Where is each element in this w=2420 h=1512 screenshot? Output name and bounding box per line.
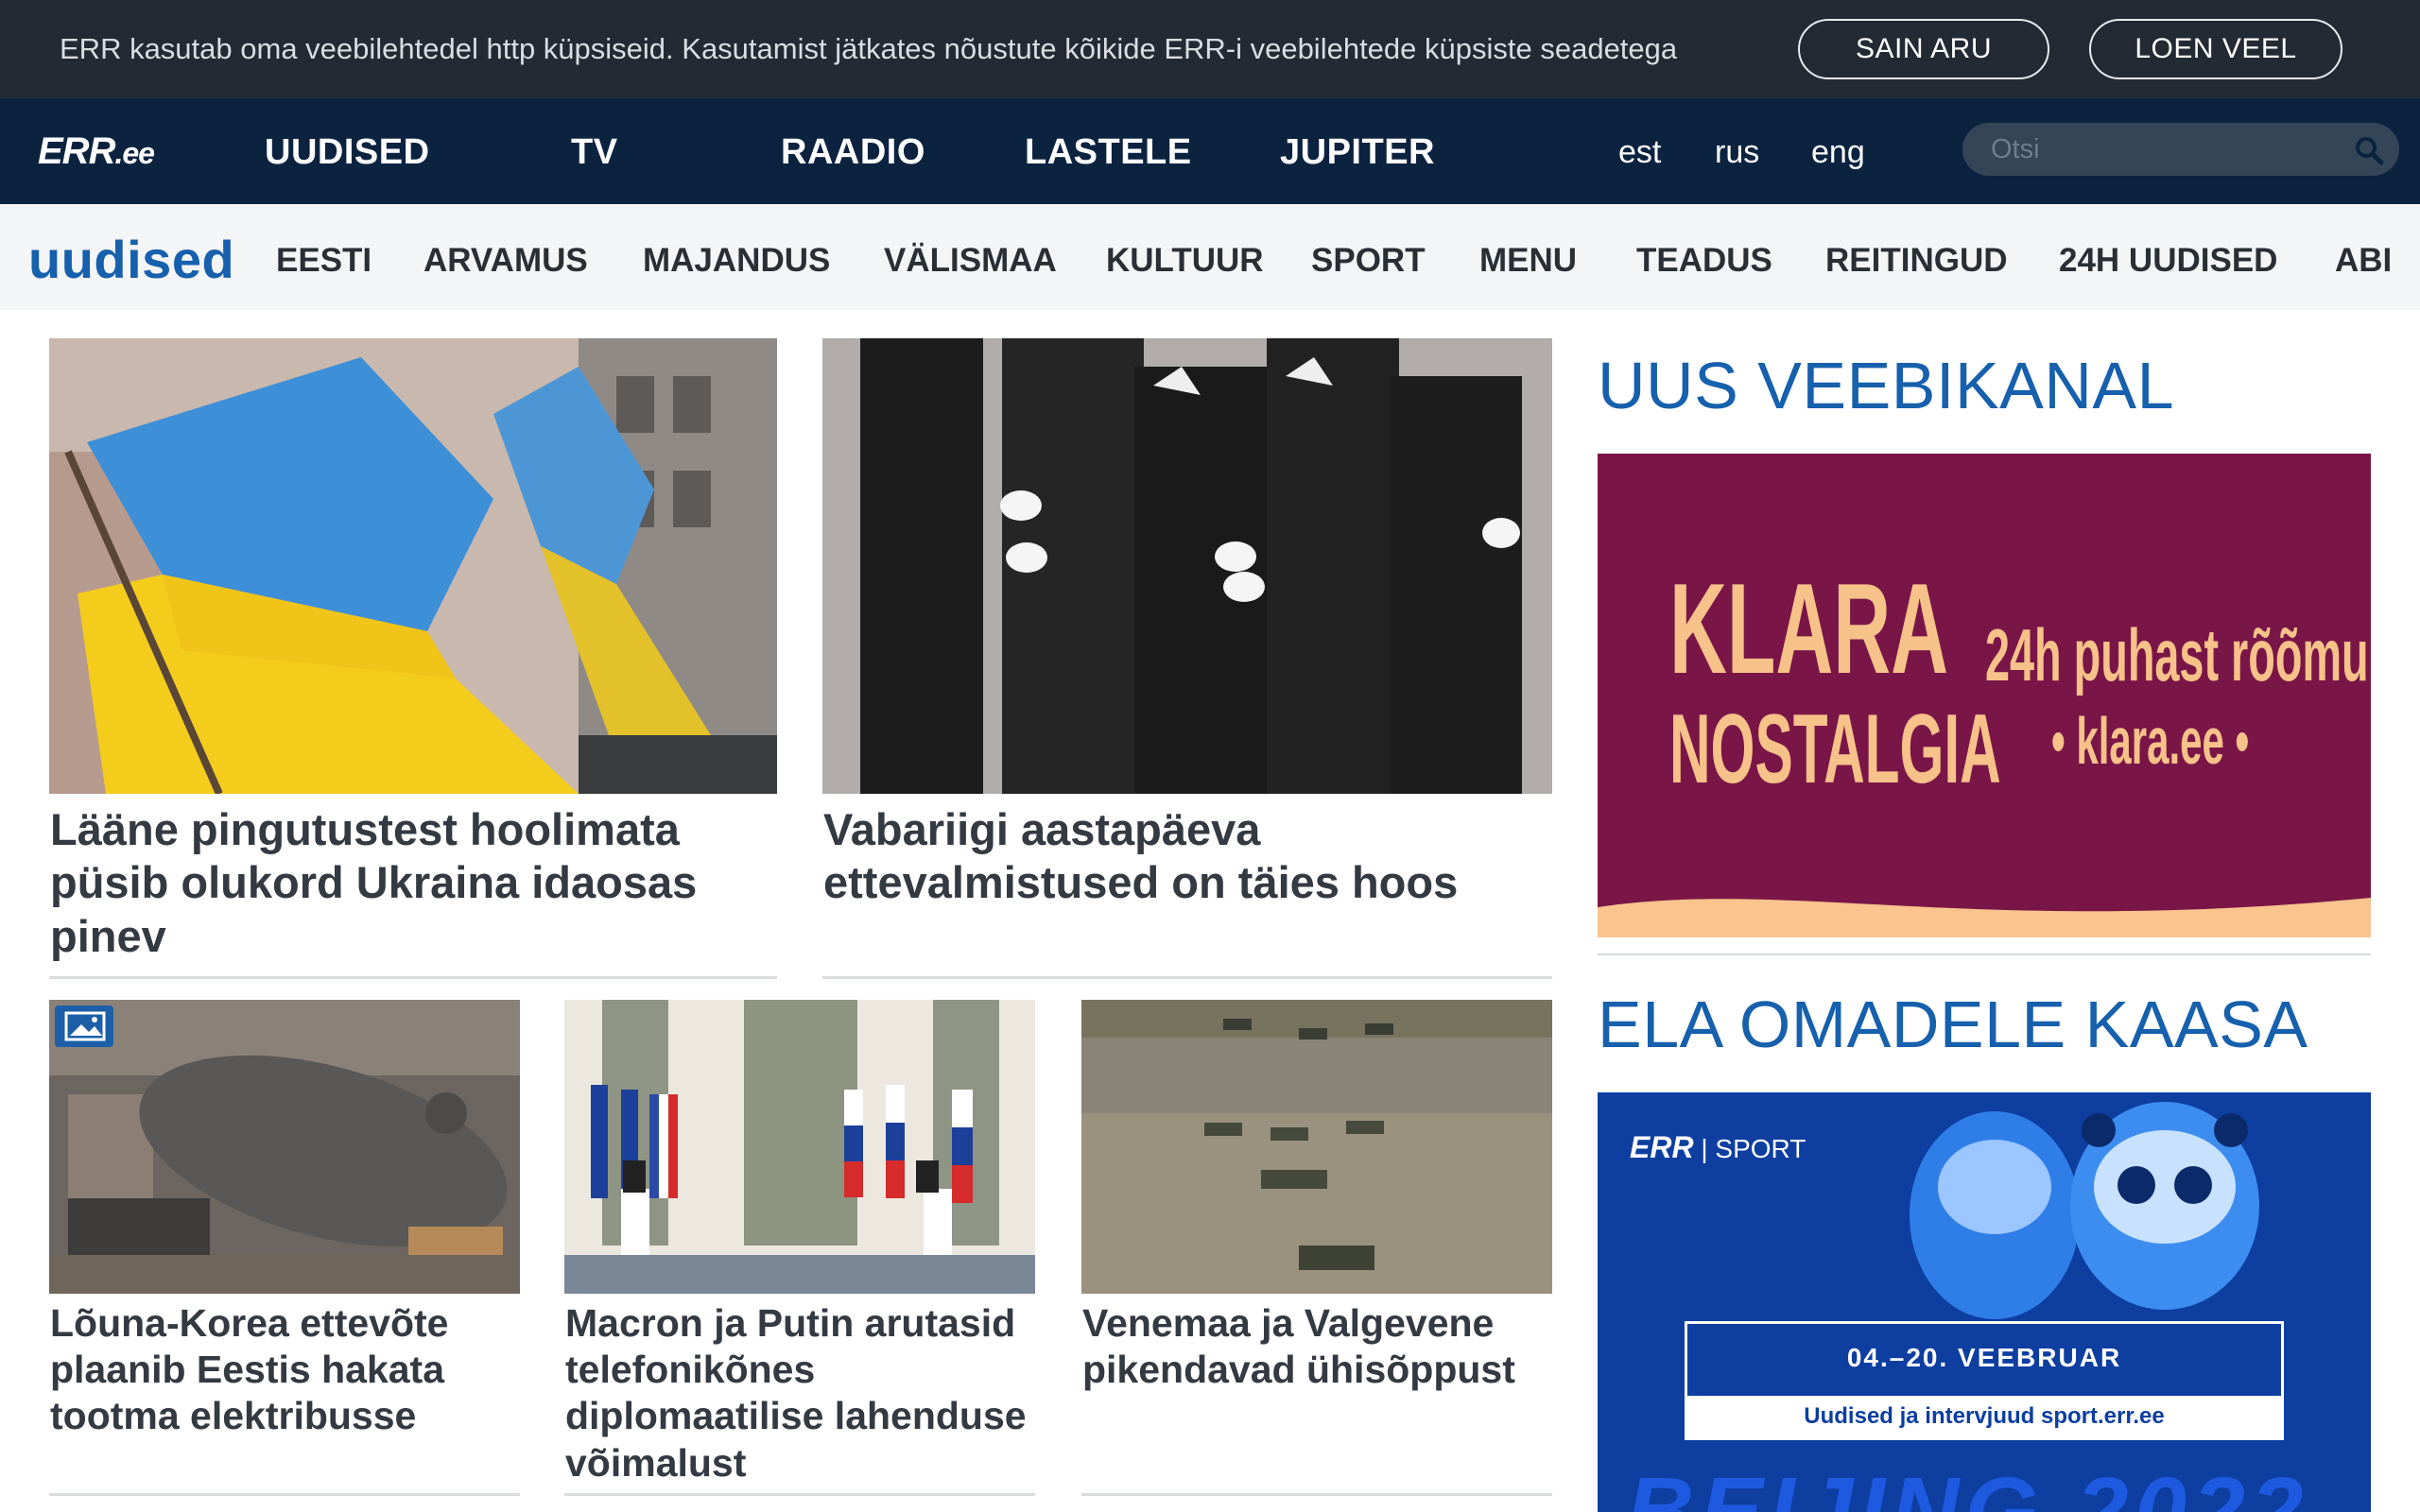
lang-rus[interactable]: rus xyxy=(1715,134,1759,171)
klara-subtitle: NOSTALGIA xyxy=(1669,695,2001,804)
section-teadus[interactable]: TEADUS xyxy=(1636,242,1772,280)
logo-main: ERR xyxy=(38,130,115,172)
section-kultuur[interactable]: KULTUUR xyxy=(1106,242,1264,280)
divider xyxy=(822,976,1552,979)
lang-est[interactable]: est xyxy=(1618,134,1661,171)
klara-nostalgia-banner[interactable]: KLARA NOSTALGIA 24h puhast rõõmu! • klar… xyxy=(1598,454,2371,937)
article-title-macron-putin[interactable]: Macron ja Putin arutasid telefonikõnes d… xyxy=(565,1300,1028,1486)
klara-wave xyxy=(1598,898,2371,937)
sport-date-box: 04.–20. VEEBRUAR Uudised ja intervjuud s… xyxy=(1685,1321,2284,1440)
ukraine-flags-photo xyxy=(49,338,777,794)
section-abi[interactable]: ABI xyxy=(2335,242,2392,280)
cookie-text: ERR kasutab oma veebilehtedel http küpsi… xyxy=(60,32,1678,65)
section-valismaa[interactable]: VÄLISMAA xyxy=(884,242,1057,280)
section-eesti[interactable]: EESTI xyxy=(276,242,372,280)
article-image-tanks[interactable] xyxy=(1081,1000,1552,1294)
divider xyxy=(1081,1493,1552,1496)
err-logo[interactable]: ERR.ee xyxy=(38,130,155,173)
divider xyxy=(49,976,777,979)
sport-logo-label: | SPORT xyxy=(1701,1134,1806,1163)
section-arvamus[interactable]: ARVAMUS xyxy=(424,242,588,280)
military-exercise-photo xyxy=(1081,1000,1552,1294)
factory-photo xyxy=(49,1000,520,1294)
nav-jupiter[interactable]: JUPITER xyxy=(1280,132,1435,173)
nav-uudised[interactable]: UUDISED xyxy=(265,132,430,173)
section-sport[interactable]: SPORT xyxy=(1311,242,1426,280)
search-input[interactable] xyxy=(1991,130,2331,168)
cookie-more-button[interactable]: LOEN VEEL xyxy=(2089,19,2342,79)
olympic-mascots xyxy=(1910,1102,2259,1319)
cookie-agree-button[interactable]: SAIN ARU xyxy=(1798,19,2049,79)
search-icon[interactable] xyxy=(2354,135,2384,165)
err-sport-banner[interactable]: ERR | SPORT 04.–20. VEEBRUAR Uudised ja … xyxy=(1598,1092,2371,1512)
divider xyxy=(1598,954,2371,955)
logo-suffix: .ee xyxy=(114,136,154,170)
article-image-factory[interactable] xyxy=(49,1000,520,1294)
beijing-text: BEIJING 2022 xyxy=(1626,1458,2309,1512)
divider xyxy=(49,1493,520,1496)
lang-eng[interactable]: eng xyxy=(1811,134,1865,171)
section-majandus[interactable]: MAJANDUS xyxy=(643,242,830,280)
article-title-soldiers[interactable]: Vabariigi aastapäeva ettevalmistused on … xyxy=(823,803,1542,910)
kremlin-press-photo xyxy=(564,1000,1035,1294)
ceremonial-guard-photo xyxy=(822,338,1552,794)
section-brand[interactable]: uudised xyxy=(28,229,234,290)
article-image-soldiers[interactable] xyxy=(822,338,1552,794)
klara-url: • klara.ee • xyxy=(2051,704,2250,778)
article-image-macron-putin[interactable] xyxy=(564,1000,1035,1294)
article-image-ukraine[interactable] xyxy=(49,338,777,794)
nav-raadio[interactable]: RAADIO xyxy=(781,132,925,173)
sport-logo-err: ERR xyxy=(1630,1130,1694,1164)
divider xyxy=(564,1493,1035,1496)
sport-strip: Uudised ja intervjuud sport.err.ee xyxy=(1687,1396,2281,1437)
top-nav: ERR.ee UUDISED TV RAADIO LASTELE JUPITER… xyxy=(0,98,2420,204)
klara-title: KLARA xyxy=(1669,557,1949,700)
err-sport-logo: ERR | SPORT xyxy=(1630,1130,1806,1165)
cookie-banner: ERR kasutab oma veebilehtedel http küpsi… xyxy=(0,0,2420,98)
gallery-icon xyxy=(55,1005,113,1047)
sidebar-heading-sport: ELA OMADELE KAASA xyxy=(1598,988,2308,1061)
section-24h-uudised[interactable]: 24H UUDISED xyxy=(2059,242,2277,280)
klara-slogan: 24h puhast rõõmu! xyxy=(1985,613,2371,696)
article-title-tanks[interactable]: Venemaa ja Valgevene pikendavad ühisõppu… xyxy=(1082,1300,1546,1393)
sport-dates: 04.–20. VEEBRUAR xyxy=(1846,1343,2122,1372)
section-menu[interactable]: MENU xyxy=(1479,242,1577,280)
section-nav: uudised EESTI ARVAMUS MAJANDUS VÄLISMAA … xyxy=(0,204,2420,310)
article-title-ukraine[interactable]: Lääne pingutustest hoolimata püsib oluko… xyxy=(50,803,769,963)
section-reitingud[interactable]: REITINGUD xyxy=(1825,242,2008,280)
nav-lastele[interactable]: LASTELE xyxy=(1025,132,1192,173)
search-box xyxy=(1962,123,2399,176)
article-title-korea[interactable]: Lõuna-Korea ettevõte plaanib Eestis haka… xyxy=(50,1300,513,1440)
nav-tv[interactable]: TV xyxy=(571,132,618,173)
sidebar-heading-channel: UUS VEEBIKANAL xyxy=(1598,349,2174,422)
